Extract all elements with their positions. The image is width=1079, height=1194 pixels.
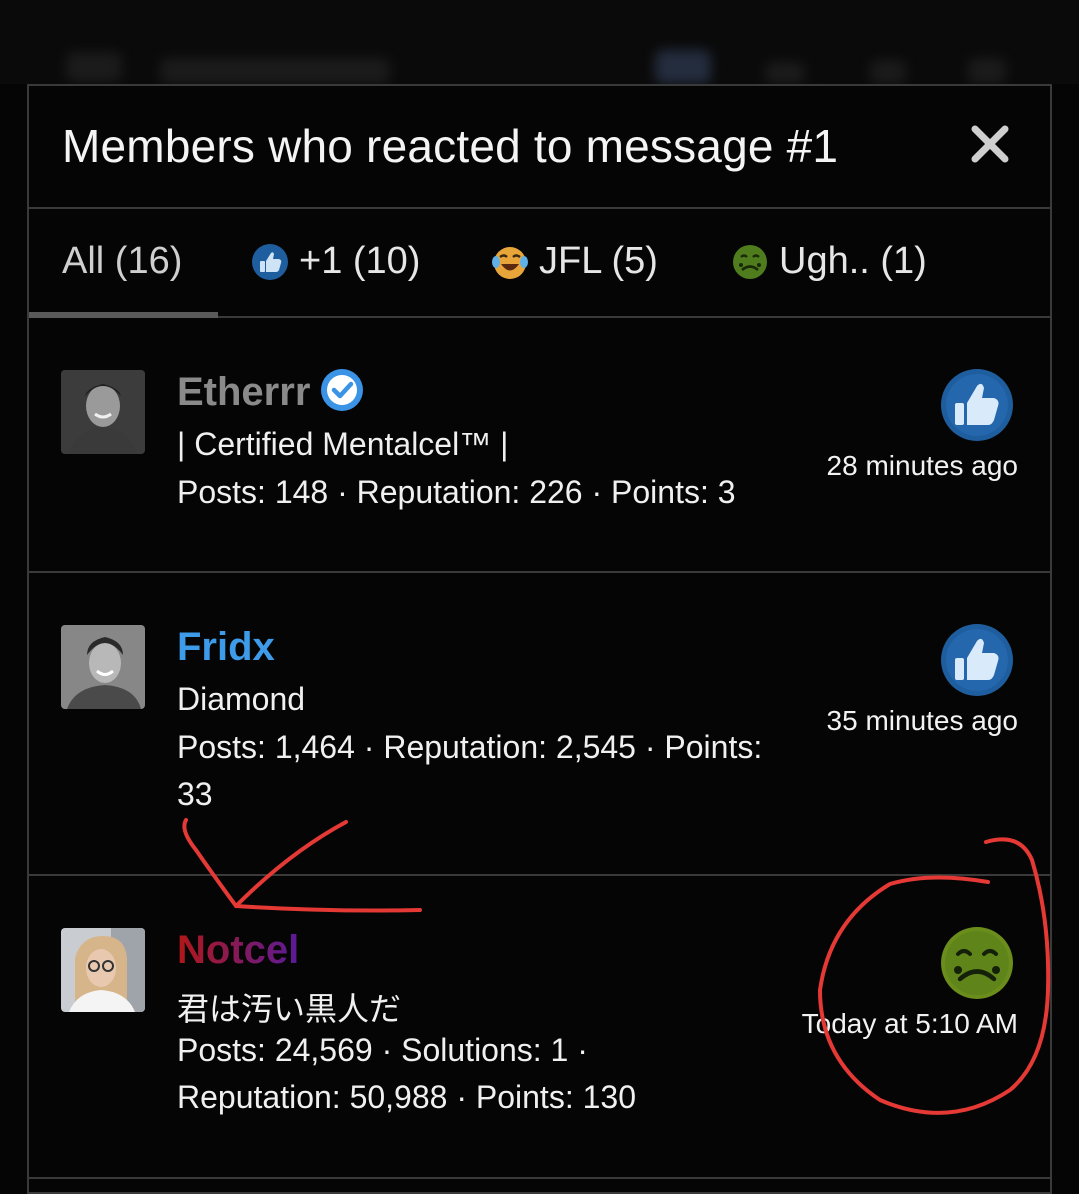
thumbs-up-icon	[941, 624, 1013, 696]
member-stats-line: Posts: 24,569 · Solutions: 1 ·	[177, 1032, 588, 1068]
member-name[interactable]: Fridx	[177, 625, 275, 670]
background-header	[0, 0, 1079, 84]
member-row: Etherrr | Certified Mentalcel™ | Posts: …	[29, 318, 1050, 573]
tab-ugh[interactable]: Ugh.. (1)	[731, 240, 927, 283]
member-stats-line: Reputation: 50,988 · Points: 130	[177, 1079, 636, 1115]
thumbs-up-icon	[941, 369, 1013, 441]
reaction-tabs: All (16) +1 (10) JFL (5) Ugh.. (1)	[29, 209, 1050, 318]
avatar[interactable]	[61, 370, 145, 454]
nauseated-face-icon	[941, 927, 1013, 999]
member-name-text: Etherrr	[177, 370, 311, 414]
verified-badge-icon	[321, 369, 364, 412]
tab-label: JFL (5)	[539, 240, 658, 282]
reactions-modal: Members who reacted to message #1 All (1…	[27, 84, 1052, 1194]
member-stats: Posts: 24,569 · Solutions: 1 · Reputatio…	[177, 1027, 797, 1121]
member-stats: Posts: 148 · Reputation: 226 · Points: 3	[177, 469, 797, 516]
member-row: Fridx Diamond Posts: 1,464 · Reputation:…	[29, 573, 1050, 876]
tab-jfl[interactable]: JFL (5)	[491, 240, 658, 283]
avatar[interactable]	[61, 625, 145, 709]
member-title: Diamond	[177, 681, 306, 717]
background-logo	[160, 58, 390, 84]
member-title: 君は汚い黒人だ	[177, 990, 402, 1028]
member-stats: Posts: 1,464 · Reputation: 2,545 · Point…	[177, 724, 797, 818]
member-row: Notcel 君は汚い黒人だ Posts: 24,569 · Solutions…	[29, 876, 1050, 1179]
tab-all[interactable]: All (16)	[62, 240, 182, 283]
member-title: | Certified Mentalcel™ |	[177, 426, 509, 462]
nauseated-face-icon	[733, 244, 767, 279]
modal-title: Members who reacted to message #1	[62, 120, 839, 172]
close-icon	[971, 125, 1009, 163]
laughing-crying-icon	[492, 246, 528, 279]
tab-label: +1 (10)	[299, 240, 421, 282]
avatar[interactable]	[61, 928, 145, 1012]
tab-label: All (16)	[62, 240, 183, 282]
reaction-time: 35 minutes ago	[826, 705, 1018, 736]
member-stats-line: 33	[177, 776, 213, 812]
close-button[interactable]	[968, 122, 1012, 166]
background-search-icon	[968, 58, 1006, 84]
tab-plus-one[interactable]: +1 (10)	[251, 240, 420, 283]
reaction-time: 28 minutes ago	[826, 450, 1018, 481]
background-menu-icon	[66, 52, 122, 82]
modal-header: Members who reacted to message #1	[29, 86, 1050, 209]
member-name[interactable]: Notcel	[177, 928, 299, 973]
background-inbox-icon	[765, 62, 805, 84]
tab-label: Ugh.. (1)	[779, 240, 927, 282]
member-stats-line: Posts: 1,464 · Reputation: 2,545 · Point…	[177, 729, 763, 765]
thumbs-up-icon	[252, 243, 288, 280]
member-stats-line: Posts: 148 · Reputation: 226 · Points: 3	[177, 474, 736, 510]
reaction-time: Today at 5:10 AM	[801, 1008, 1018, 1039]
member-name[interactable]: Etherrr	[177, 369, 364, 416]
background-avatar	[655, 50, 711, 84]
background-bell-icon	[870, 60, 906, 84]
